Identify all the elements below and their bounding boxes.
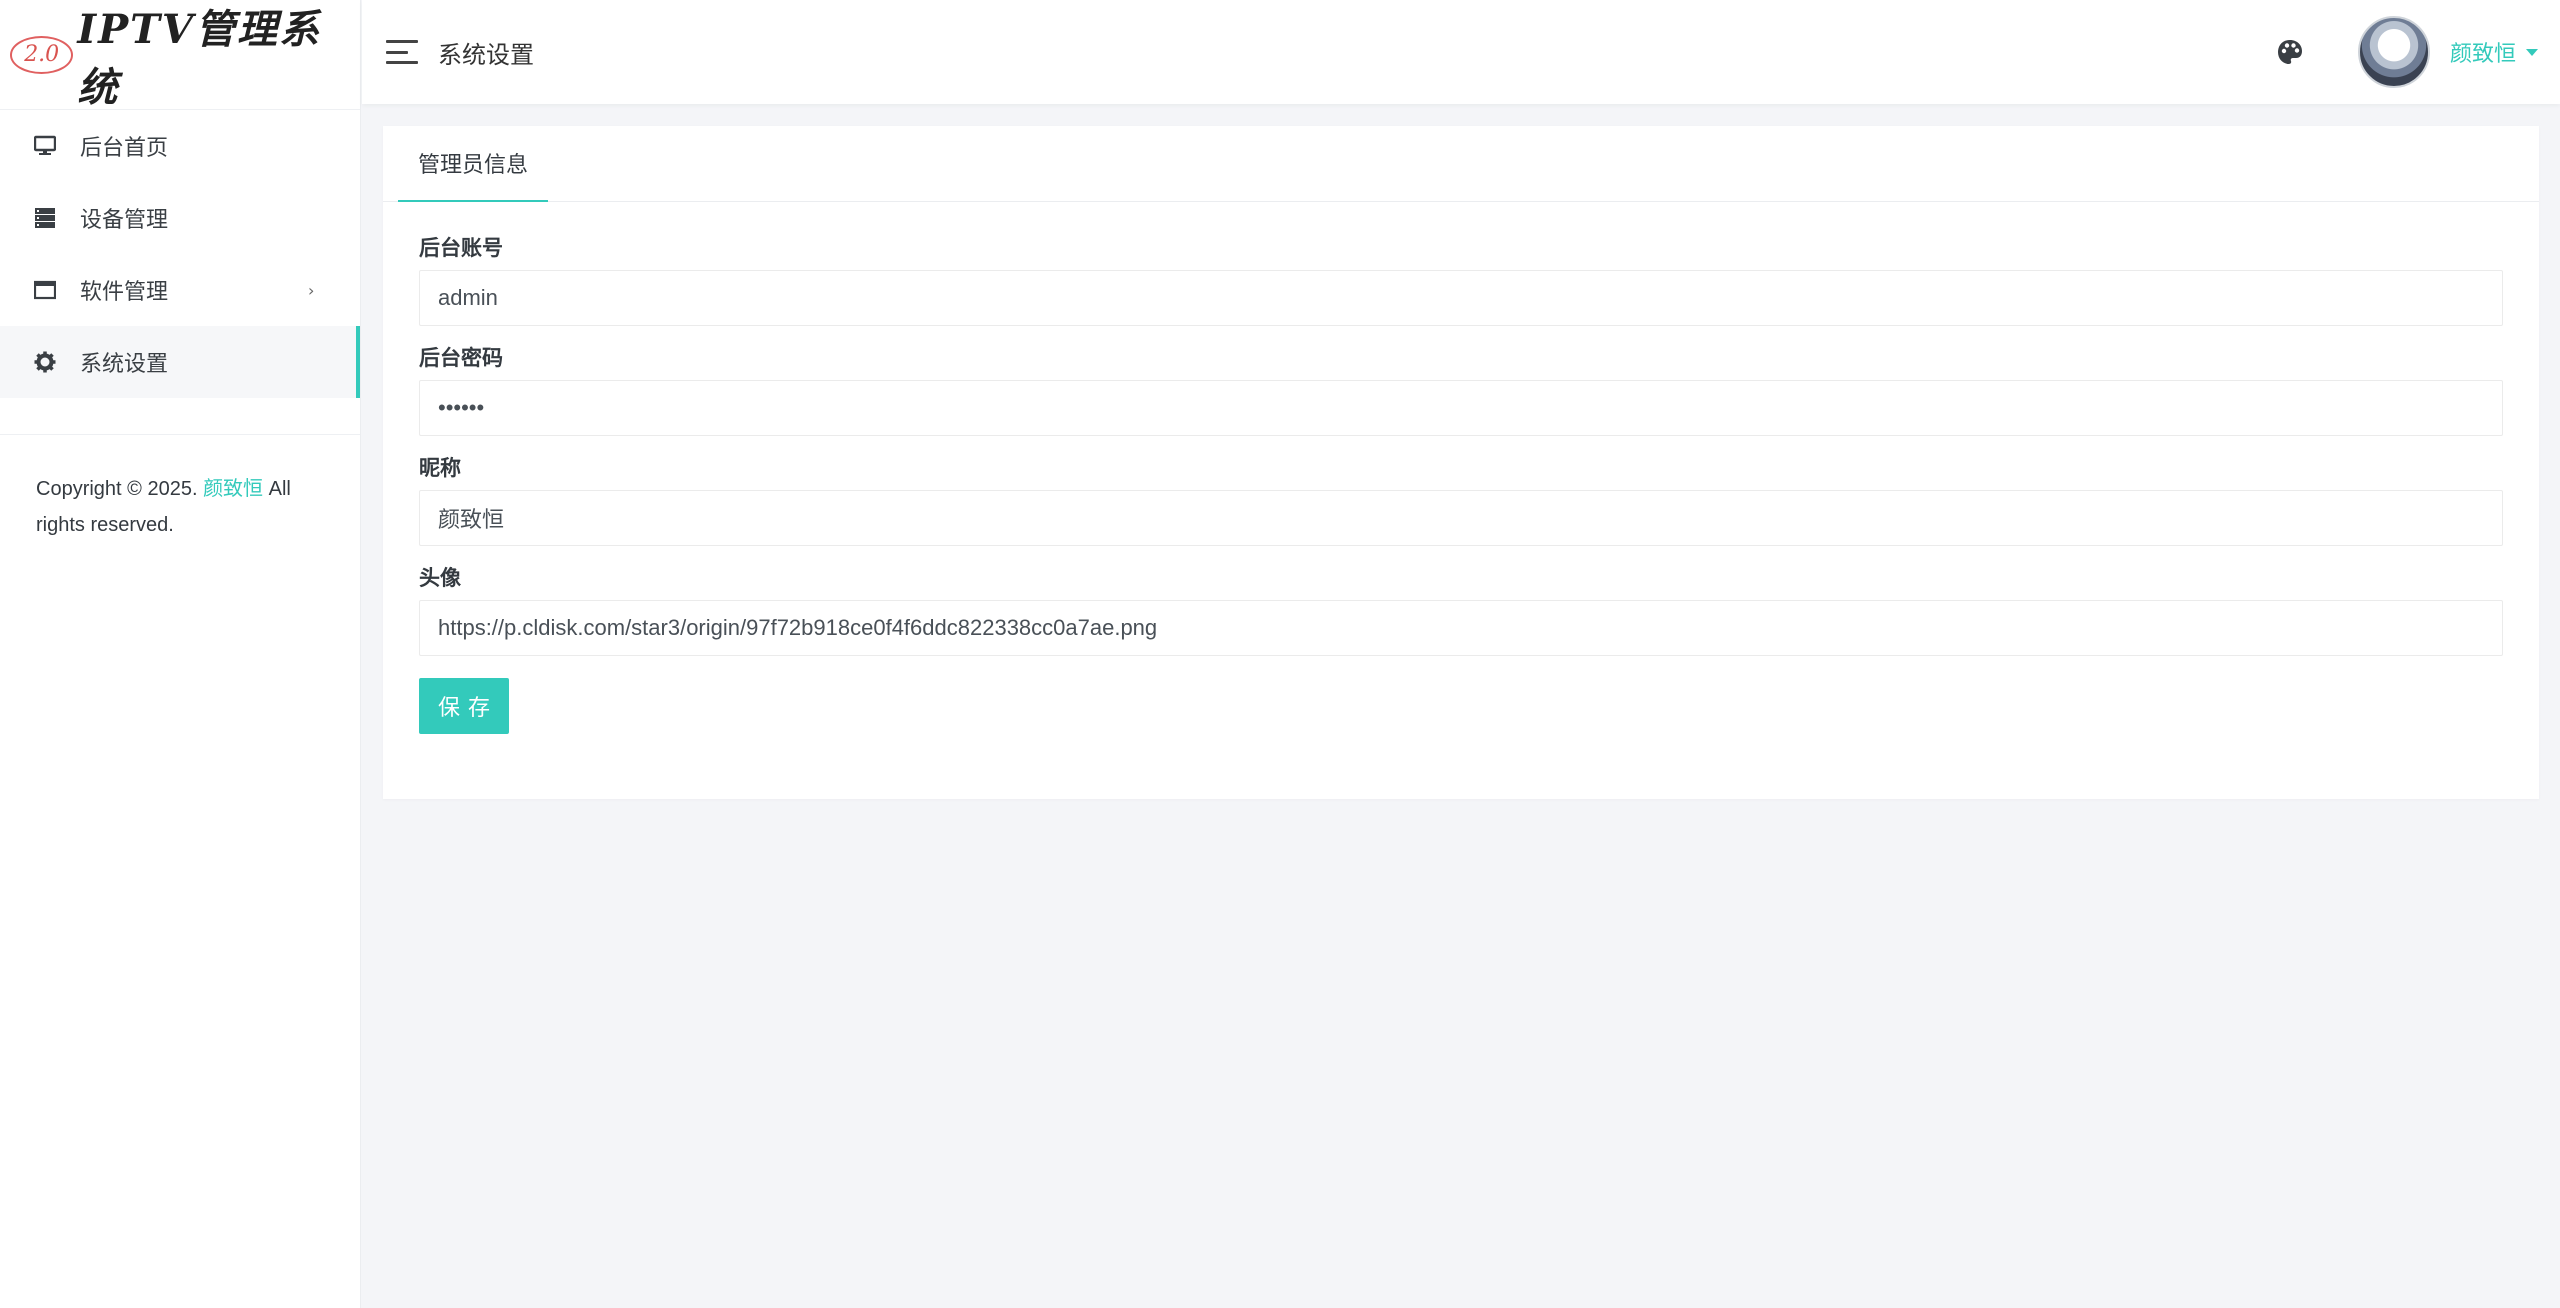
copyright-author-link[interactable]: 颜致恒 (203, 478, 263, 500)
caret-down-icon (2526, 48, 2538, 56)
menu-toggle-icon[interactable] (386, 40, 418, 64)
avatar[interactable] (2357, 16, 2430, 88)
logo-text: IPTV管理系统 (77, 5, 321, 111)
admin-form: 后台账号 后台密码 昵称 头像 保存 (383, 202, 2539, 734)
password-group: 后台密码 (419, 342, 2503, 436)
copyright-prefix: Copyright © 2025. (36, 478, 204, 500)
account-label: 后台账号 (419, 236, 503, 260)
header-right: 颜致恒 (2276, 0, 2560, 104)
sidebar-item-label: 软件管理 (80, 280, 169, 305)
sidebar-item-devices[interactable]: 设备管理 (0, 182, 360, 254)
logo-badge: 2.0 (10, 35, 74, 74)
logo[interactable]: 2.0 IPTV管理系统 (0, 0, 360, 111)
sidebar-item-dashboard[interactable]: 后台首页 (0, 110, 360, 182)
card-tabs: 管理员信息 (383, 126, 2539, 202)
tab-admin-info[interactable]: 管理员信息 (398, 126, 548, 202)
page-title: 系统设置 (438, 40, 534, 69)
account-group: 后台账号 (419, 232, 2503, 326)
top-header: 系统设置 颜致恒 (362, 0, 2560, 104)
palette-icon[interactable] (2276, 38, 2304, 66)
nickname-input[interactable] (419, 490, 2503, 546)
nickname-label: 昵称 (419, 456, 461, 480)
sidebar-item-label: 设备管理 (80, 208, 169, 233)
sidebar-nav: 后台首页 设备管理 软件管理 › 系统设置 (0, 110, 360, 398)
sidebar-item-label: 系统设置 (80, 352, 169, 377)
admin-info-card: 管理员信息 后台账号 后台密码 昵称 头像 保存 (383, 126, 2539, 799)
user-menu[interactable]: 颜致恒 (2450, 36, 2538, 68)
server-icon (34, 207, 56, 229)
chevron-right-icon: › (308, 280, 315, 300)
sidebar-item-settings[interactable]: 系统设置 (0, 326, 360, 398)
password-label: 后台密码 (419, 346, 503, 370)
save-button[interactable]: 保存 (419, 678, 509, 734)
nickname-group: 昵称 (419, 452, 2503, 546)
gear-icon (34, 351, 56, 373)
avatar-group: 头像 (419, 562, 2503, 656)
avatar-label: 头像 (419, 566, 461, 590)
window-icon (34, 279, 56, 301)
sidebar: 2.0 IPTV管理系统 后台首页 设备管理 软件管理 › 系统设置 Copyr… (0, 0, 361, 1308)
avatar-url-input[interactable] (419, 600, 2503, 656)
monitor-icon (34, 135, 56, 157)
sidebar-item-label: 后台首页 (80, 136, 169, 161)
sidebar-item-software[interactable]: 软件管理 › (0, 254, 360, 326)
username: 颜致恒 (2449, 42, 2516, 67)
copyright: Copyright © 2025. 颜致恒 All rights reserve… (0, 435, 360, 543)
account-input[interactable] (419, 270, 2503, 326)
password-input[interactable] (419, 380, 2503, 436)
